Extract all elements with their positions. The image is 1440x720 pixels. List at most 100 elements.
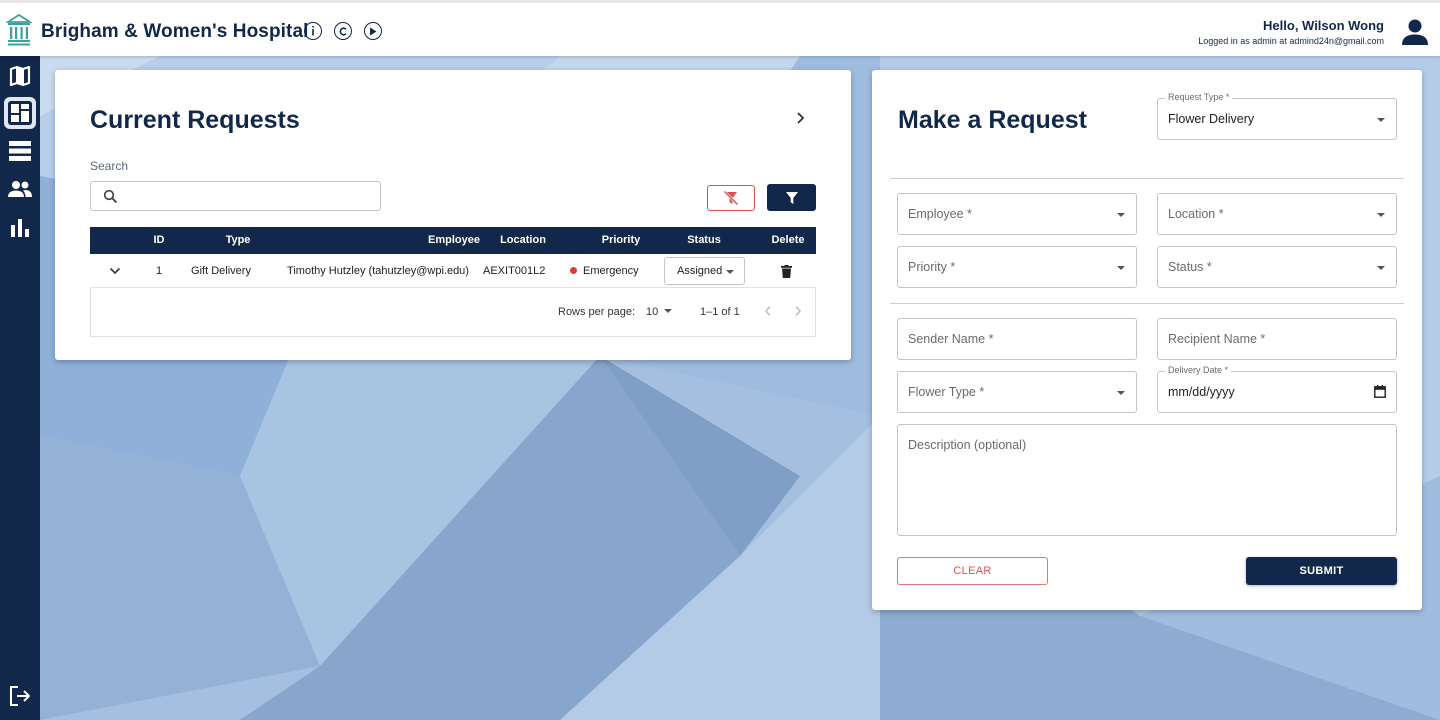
section-divider xyxy=(890,178,1404,179)
sender-name-field[interactable]: Sender Name * xyxy=(897,318,1137,360)
cell-id: 1 xyxy=(155,265,163,277)
greeting-text: Hello, Wilson Wong xyxy=(1263,18,1384,33)
column-header-location[interactable]: Location xyxy=(490,227,556,254)
sidebar-item-list[interactable] xyxy=(4,135,36,167)
table-header: ID Type Employee Location Priority Statu… xyxy=(90,227,816,254)
description-placeholder: Description (optional) xyxy=(908,438,1027,452)
app-title: Brigham & Women's Hospital xyxy=(41,21,309,42)
column-header-status[interactable]: Status xyxy=(676,227,732,254)
search-label: Search xyxy=(90,159,129,173)
cell-priority: Emergency xyxy=(570,254,656,288)
logout-button[interactable] xyxy=(4,680,36,712)
dropdown-arrow-icon xyxy=(1117,391,1125,395)
chevron-right-icon xyxy=(795,306,802,316)
filter-off-icon xyxy=(723,190,739,206)
employee-select[interactable]: Employee * xyxy=(897,193,1137,235)
rows-per-page-label: Rows per page: xyxy=(558,306,636,318)
column-header-priority[interactable]: Priority xyxy=(590,227,652,254)
calendar-icon[interactable] xyxy=(1374,385,1386,398)
map-icon xyxy=(9,65,31,87)
search-icon xyxy=(103,189,118,204)
sidebar-item-dashboard[interactable] xyxy=(4,97,36,129)
dropdown-arrow-icon xyxy=(1377,266,1385,270)
clear-filter-button[interactable] xyxy=(707,185,755,211)
delivery-date-field[interactable]: Delivery Date * mm/dd/yyyy xyxy=(1157,365,1397,413)
cell-location: AEXIT001L2 xyxy=(483,265,546,277)
make-request-title: Make a Request xyxy=(898,106,1087,134)
chevron-left-icon xyxy=(764,306,771,316)
cell-employee: Timothy Hutzley (tahutzley@wpi.edu) xyxy=(287,265,469,277)
requests-table: ID Type Employee Location Priority Statu… xyxy=(90,227,816,337)
filter-icon xyxy=(785,191,798,204)
status-select[interactable]: Status * xyxy=(1157,246,1397,288)
recipient-name-placeholder: Recipient Name * xyxy=(1168,332,1266,346)
current-requests-title: Current Requests xyxy=(90,106,300,134)
status-select[interactable]: Assigned xyxy=(664,257,745,285)
hospital-logo-icon xyxy=(6,13,32,46)
user-greeting: Hello, Wilson Wong Logged in as admin at… xyxy=(1198,18,1384,46)
rows-per-page-value: 10 xyxy=(646,306,659,318)
delete-button[interactable] xyxy=(778,254,794,288)
rows-per-page-select[interactable]: 10 xyxy=(646,306,673,318)
employee-placeholder: Employee * xyxy=(908,207,972,221)
priority-select[interactable]: Priority * xyxy=(897,246,1137,288)
chevron-down-icon xyxy=(109,268,121,275)
table-row: 1 Gift Delivery Timothy Hutzley (tahutzl… xyxy=(90,254,816,288)
status-placeholder: Status * xyxy=(1168,260,1212,274)
dropdown-arrow-icon xyxy=(1377,213,1385,217)
info-icon[interactable] xyxy=(304,22,322,40)
people-icon xyxy=(8,181,32,197)
flower-type-placeholder: Flower Type * xyxy=(908,385,985,399)
expand-row-button[interactable] xyxy=(104,254,126,288)
location-select[interactable]: Location * xyxy=(1157,193,1397,235)
dropdown-arrow-icon xyxy=(1117,266,1125,270)
clear-button[interactable]: CLEAR xyxy=(897,557,1048,585)
column-header-delete: Delete xyxy=(771,234,805,246)
priority-placeholder: Priority * xyxy=(908,260,956,274)
request-type-select[interactable]: Request Type * Flower Delivery xyxy=(1157,92,1397,140)
table-pagination: Rows per page: 10 1–1 of 1 xyxy=(90,288,816,337)
copyright-icon[interactable] xyxy=(334,22,352,40)
priority-text: Emergency xyxy=(583,265,639,277)
section-divider xyxy=(890,303,1404,304)
search-input[interactable] xyxy=(90,181,381,211)
column-header-type[interactable]: Type xyxy=(208,227,268,254)
delivery-date-value: mm/dd/yyyy xyxy=(1168,385,1235,399)
logged-in-text: Logged in as admin at admind24n@gmail.co… xyxy=(1198,36,1384,46)
sidebar-item-map[interactable] xyxy=(4,60,36,92)
dropdown-arrow-icon xyxy=(1377,118,1385,122)
column-header-employee[interactable]: Employee xyxy=(390,227,480,254)
dropdown-arrow-icon xyxy=(664,309,673,313)
sidebar-item-people[interactable] xyxy=(4,173,36,205)
status-value: Assigned xyxy=(677,265,723,277)
dashboard-icon xyxy=(8,101,32,125)
flower-type-select[interactable]: Flower Type * xyxy=(897,371,1137,413)
submit-button[interactable]: SUBMIT xyxy=(1246,557,1397,585)
description-field[interactable]: Description (optional) xyxy=(897,424,1397,536)
bar-chart-icon xyxy=(11,219,29,237)
column-header-id[interactable]: ID xyxy=(142,227,176,254)
play-circle-icon[interactable] xyxy=(364,22,382,40)
dropdown-arrow-icon xyxy=(726,270,734,274)
app-header: Brigham & Women's Hospital Hello, Wilson… xyxy=(0,0,1440,56)
filter-button[interactable] xyxy=(767,184,816,211)
sidebar-item-analytics[interactable] xyxy=(4,211,36,243)
delivery-date-label: Delivery Date * xyxy=(1165,365,1232,375)
recipient-name-field[interactable]: Recipient Name * xyxy=(1157,318,1397,360)
current-requests-card: Current Requests Search ID Type Employee… xyxy=(55,70,851,360)
dropdown-arrow-icon xyxy=(1117,213,1125,217)
location-placeholder: Location * xyxy=(1168,207,1224,221)
cell-type: Gift Delivery xyxy=(191,265,251,277)
make-request-card: Make a Request Request Type * Flower Del… xyxy=(872,70,1422,610)
sidebar xyxy=(0,56,40,720)
pagination-range: 1–1 of 1 xyxy=(700,306,740,318)
account-icon[interactable] xyxy=(1402,18,1428,46)
previous-page-button[interactable] xyxy=(764,304,772,320)
logout-icon xyxy=(10,686,30,706)
next-page-button[interactable] xyxy=(794,304,802,320)
trash-icon xyxy=(780,264,792,278)
chevron-right-icon[interactable] xyxy=(793,110,807,126)
priority-dot-icon xyxy=(570,267,577,274)
list-icon xyxy=(9,141,31,161)
request-type-label: Request Type * xyxy=(1165,92,1233,102)
